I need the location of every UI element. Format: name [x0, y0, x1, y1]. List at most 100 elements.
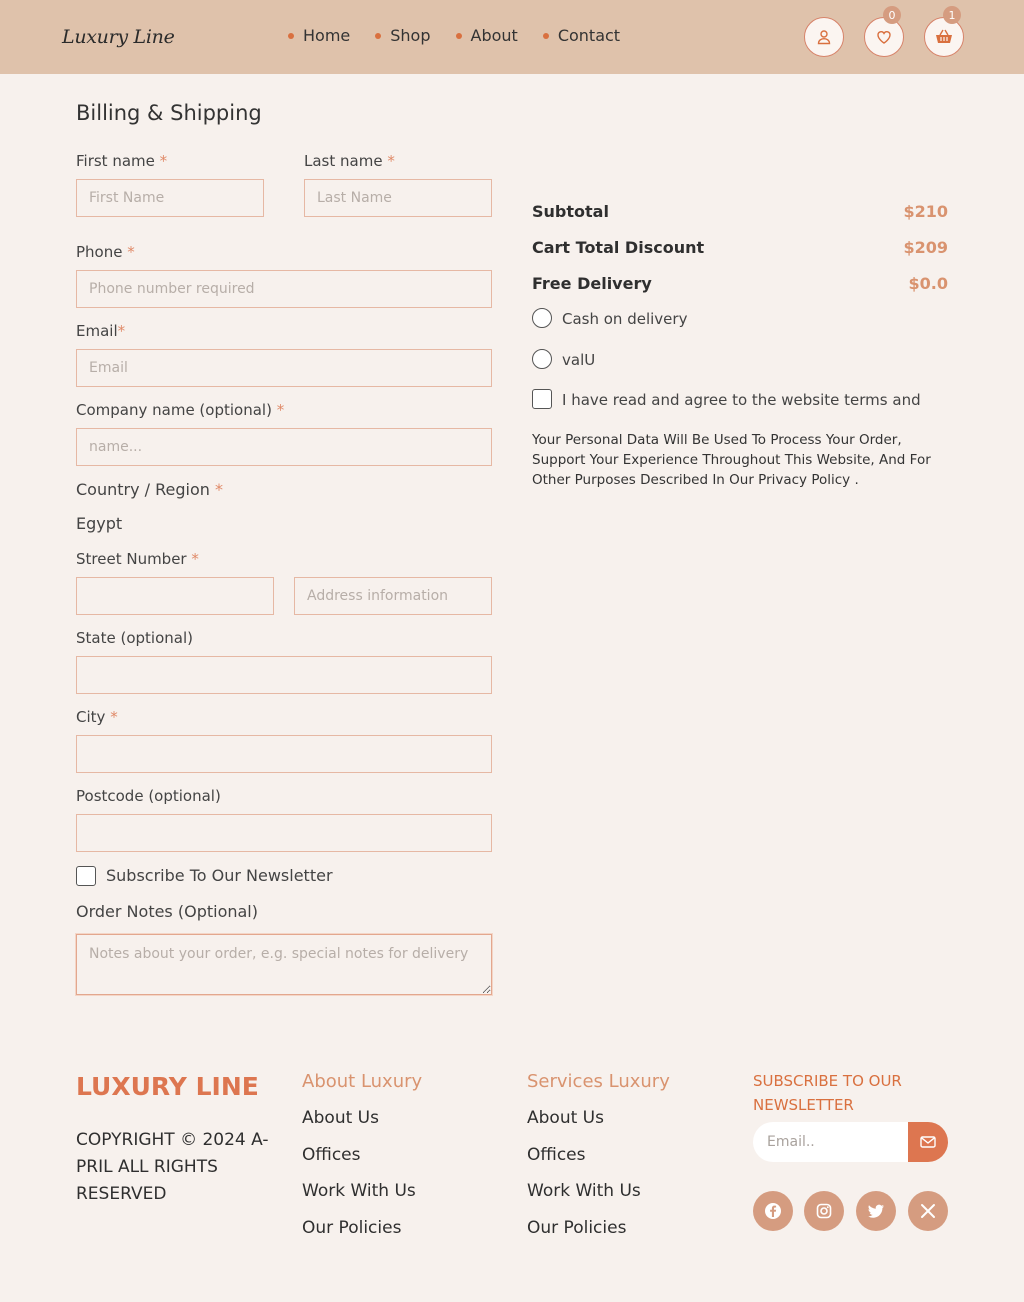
valu-radio[interactable] — [532, 349, 552, 369]
state-field[interactable] — [76, 656, 492, 694]
discount-row: Cart Total Discount $209 — [532, 238, 948, 257]
cash-on-delivery-radio[interactable] — [532, 308, 552, 328]
postcode-field[interactable] — [76, 814, 492, 852]
nav-contact[interactable]: Contact — [542, 26, 621, 45]
newsletter-email-input[interactable] — [753, 1122, 913, 1162]
delivery-row: Free Delivery $0.0 — [532, 274, 948, 293]
email-label: Email* — [76, 322, 125, 340]
nav-label: About — [470, 26, 518, 45]
nav-label: Contact — [557, 26, 621, 45]
order-notes-field[interactable] — [76, 934, 492, 995]
terms-checkbox[interactable] — [532, 389, 552, 409]
nav-shop[interactable]: Shop — [375, 26, 431, 45]
footer-link-work-with-us[interactable]: Work With Us — [527, 1181, 641, 1201]
required-mark: * — [117, 322, 126, 340]
subtotal-value: $210 — [903, 202, 948, 221]
nav-bullet-icon — [375, 32, 382, 39]
about-column-title: About Luxury — [302, 1071, 423, 1092]
facebook-icon — [765, 1203, 781, 1219]
delivery-value: $0.0 — [908, 274, 948, 293]
delivery-label: Free Delivery — [532, 274, 652, 293]
first-name-field[interactable] — [76, 179, 264, 217]
site-logo[interactable]: Luxury Line — [62, 26, 175, 48]
order-notes-label: Order Notes (Optional) — [76, 902, 258, 921]
nav-bullet-icon — [542, 32, 549, 39]
subtotal-label: Subtotal — [532, 202, 609, 221]
discount-label: Cart Total Discount — [532, 238, 705, 257]
street-number-field[interactable] — [76, 577, 274, 615]
postcode-label: Postcode (optional) — [76, 787, 221, 805]
services-column-title: Services Luxury — [527, 1071, 670, 1092]
twitter-icon — [868, 1204, 884, 1218]
privacy-notice: Your Personal Data Will Be Used To Proce… — [532, 432, 931, 488]
nav-home[interactable]: Home — [288, 26, 350, 45]
nav-label: Shop — [390, 26, 431, 45]
subtotal-row: Subtotal $210 — [532, 202, 948, 221]
last-name-field[interactable] — [304, 179, 492, 217]
last-name-label: Last name * — [304, 152, 395, 170]
newsletter-checkbox[interactable] — [76, 866, 96, 886]
label-text: Street Number — [76, 550, 187, 568]
footer-link-work-with-us[interactable]: Work With Us — [302, 1181, 416, 1201]
footer-brand: LUXURY LINE — [76, 1072, 259, 1101]
state-label: State (optional) — [76, 629, 193, 647]
city-field[interactable] — [76, 735, 492, 773]
required-mark: * — [387, 152, 395, 170]
label-text: Company name (optional) — [76, 401, 272, 419]
instagram-button[interactable] — [804, 1191, 844, 1231]
basket-icon — [936, 29, 952, 43]
label-text: Last name — [304, 152, 383, 170]
newsletter-title: SUBSCRIBE TO OUR NEWSLETTER — [753, 1072, 902, 1114]
label-text: Country / Region — [76, 480, 210, 499]
required-mark: * — [127, 243, 135, 261]
label-text: City — [76, 708, 106, 726]
nav-bullet-icon — [288, 32, 294, 39]
nav-about[interactable]: About — [455, 26, 518, 45]
valu-label: valU — [562, 351, 596, 369]
label-text: First name — [76, 152, 155, 170]
nav-label: Home — [303, 26, 351, 45]
required-mark: * — [215, 480, 223, 499]
terms-label: I have read and agree to the website ter… — [562, 391, 921, 409]
footer-link-our-policies[interactable]: Our Policies — [527, 1218, 626, 1238]
label-text: Phone — [76, 243, 123, 261]
phone-field[interactable] — [76, 270, 492, 308]
footer-link-offices[interactable]: Offices — [527, 1145, 585, 1165]
footer-link-offices[interactable]: Offices — [302, 1145, 360, 1165]
newsletter-submit-button[interactable] — [908, 1122, 948, 1162]
discount-value: $209 — [903, 238, 948, 257]
address-field[interactable] — [294, 577, 492, 615]
footer-link-about-us[interactable]: About Us — [527, 1108, 604, 1128]
required-mark: * — [159, 152, 168, 170]
instagram-icon — [816, 1203, 832, 1219]
facebook-button[interactable] — [753, 1191, 793, 1231]
required-mark: * — [191, 550, 199, 568]
wishlist-count-badge: 0 — [883, 6, 901, 24]
x-button[interactable] — [908, 1191, 948, 1231]
cash-on-delivery-label: Cash on delivery — [562, 310, 688, 328]
footer-link-about-us[interactable]: About Us — [302, 1108, 379, 1128]
account-button[interactable] — [804, 17, 844, 57]
nav-bullet-icon — [455, 32, 462, 39]
footer-link-our-policies[interactable]: Our Policies — [302, 1218, 401, 1238]
footer-copyright: COPYRIGHT © 2024 A-PRIL ALL RIGHTS RESER… — [76, 1130, 269, 1204]
company-field[interactable] — [76, 428, 492, 466]
wishlist-button[interactable]: 0 — [864, 6, 904, 57]
heart-icon — [877, 31, 891, 44]
required-mark: * — [276, 401, 285, 419]
cart-count-badge: 1 — [943, 6, 961, 24]
company-label: Company name (optional) * — [76, 401, 284, 419]
x-icon — [921, 1204, 935, 1218]
cart-button[interactable]: 1 — [924, 6, 964, 57]
main-nav: Home Shop About Contact — [288, 26, 645, 45]
label-text: Email — [76, 322, 118, 340]
twitter-button[interactable] — [856, 1191, 896, 1231]
newsletter-checkbox-label: Subscribe To Our Newsletter — [106, 866, 333, 885]
city-label: City * — [76, 708, 118, 726]
user-icon — [817, 30, 831, 45]
first-name-label: First name * — [76, 152, 167, 170]
required-mark: * — [110, 708, 118, 726]
email-field[interactable] — [76, 349, 492, 387]
envelope-icon — [920, 1136, 936, 1148]
phone-label: Phone * — [76, 243, 135, 261]
